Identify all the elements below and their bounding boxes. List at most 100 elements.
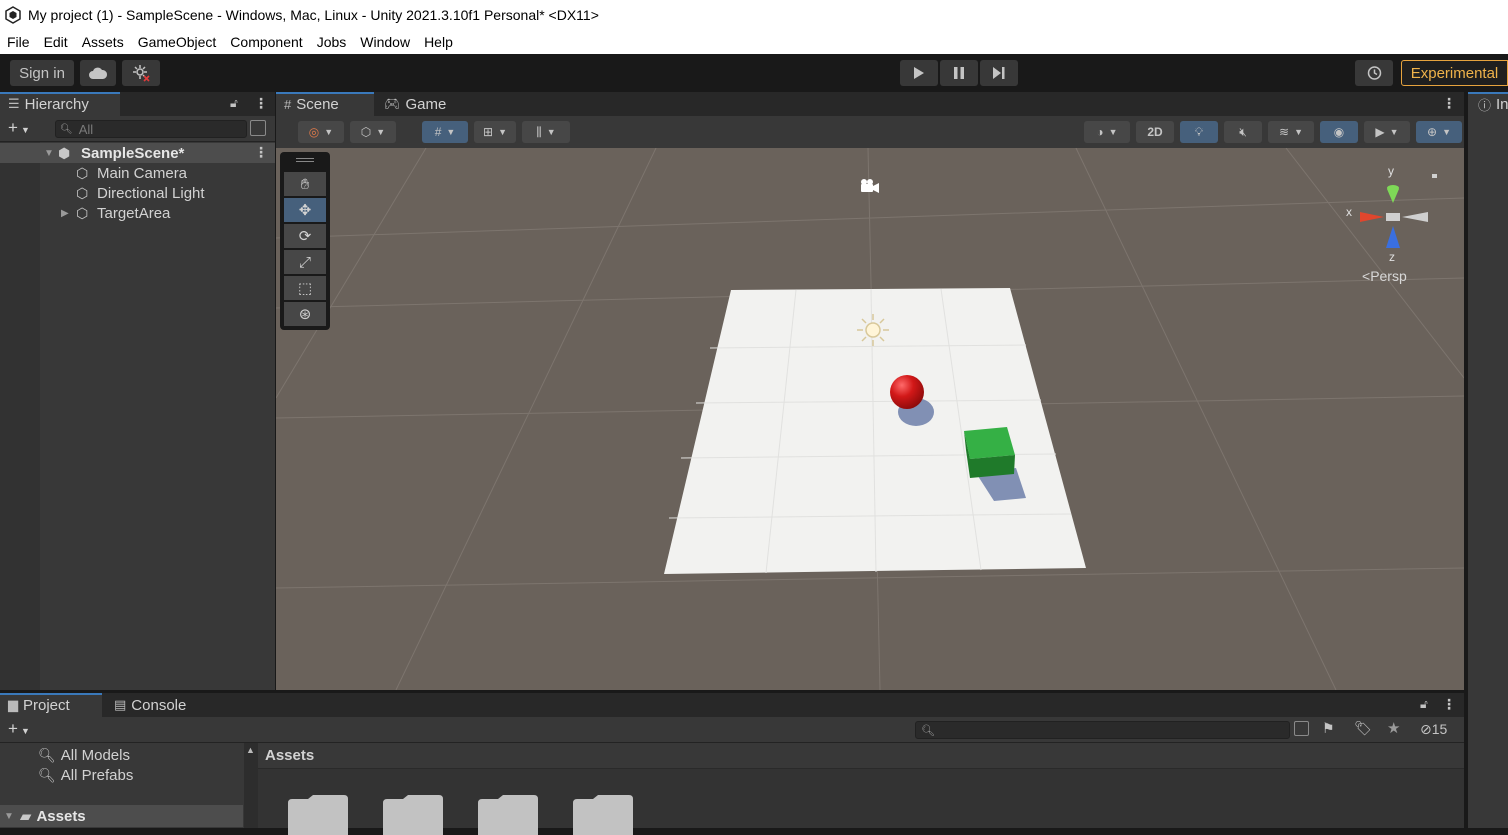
- hierarchy-search-input[interactable]: 🔍︎ All: [55, 120, 247, 138]
- hierarchy-item-main-camera[interactable]: ⬡ Main Camera: [0, 163, 275, 183]
- scene-toolbar: ◎ ▼ ⬡ ▼ # ▼ ⊞ ▼ ⫼ ▼ ◑ ▼ 2D 💡︎ 🔇︎ ≋ ▼ ◉ ▶ ▼ ⊕ ▼: [276, 116, 1464, 148]
- search-scope-icon[interactable]: [250, 120, 266, 136]
- hidden-packages-toggle[interactable]: ⊘15: [1420, 721, 1447, 738]
- orientation-gizmo[interactable]: [1360, 174, 1437, 248]
- folder-icon[interactable]: [573, 795, 633, 835]
- audio-button[interactable]: 🔇︎: [1224, 121, 1262, 143]
- pause-button[interactable]: [940, 60, 978, 86]
- red-sphere[interactable]: [890, 375, 924, 409]
- drag-handle-icon[interactable]: [296, 161, 314, 162]
- increment-snap-button[interactable]: ⊞ ▼: [474, 121, 516, 143]
- label-tag-icon[interactable]: 🏷︎: [1354, 720, 1372, 737]
- expand-arrow-icon[interactable]: ▼: [44, 148, 54, 159]
- history-button[interactable]: [1355, 60, 1393, 86]
- project-search-input[interactable]: 🔍︎: [915, 721, 1290, 739]
- folder-icon[interactable]: [288, 795, 348, 835]
- play-icon: [914, 67, 924, 79]
- tab-hierarchy-label: Hierarchy: [24, 95, 89, 113]
- filter-type-icon[interactable]: ⚑: [1322, 720, 1335, 737]
- menu-jobs[interactable]: Jobs: [317, 34, 347, 50]
- tab-scene[interactable]: # Scene: [276, 92, 374, 116]
- folder-label: Assets: [36, 807, 86, 825]
- chevron-down-icon: ▼: [446, 127, 456, 137]
- menu-component[interactable]: Component: [230, 34, 302, 50]
- rotate-tool-button[interactable]: ⟳: [284, 224, 326, 248]
- move-tool-button[interactable]: ✥: [284, 198, 326, 222]
- scene-kebab-icon[interactable]: ⋮: [254, 144, 268, 161]
- menu-help[interactable]: Help: [424, 34, 453, 50]
- lighting-button[interactable]: 💡︎: [1180, 121, 1218, 143]
- projection-label: Persp: [1370, 268, 1407, 284]
- search-icon: 🔍︎: [921, 724, 935, 737]
- scene-tabstrip: # Scene 🎮︎ Game ⋮: [276, 92, 1464, 116]
- folder-icon[interactable]: [383, 795, 443, 835]
- search-scope-icon[interactable]: [1294, 721, 1309, 736]
- chevron-down-icon: ▼: [1389, 127, 1399, 137]
- sign-in-button[interactable]: Sign in: [10, 60, 74, 86]
- toggle-2d-button[interactable]: 2D: [1136, 121, 1174, 143]
- chevron-down-icon: ▼: [546, 127, 556, 137]
- experimental-button[interactable]: Experimental: [1401, 60, 1508, 86]
- tab-inspector[interactable]: ⓘ In: [1468, 92, 1508, 116]
- play-button[interactable]: [900, 60, 938, 86]
- menu-edit[interactable]: Edit: [44, 34, 68, 50]
- hierarchy-item-directional-light[interactable]: ⬡ Directional Light: [0, 183, 275, 203]
- lock-icon[interactable]: 🔓︎: [1420, 697, 1428, 712]
- step-button[interactable]: [980, 60, 1018, 86]
- grid-snap-button[interactable]: # ▼: [422, 121, 468, 143]
- camera-button[interactable]: ▶ ▼: [1364, 121, 1410, 143]
- scroll-up-icon[interactable]: ▲: [246, 745, 255, 755]
- menu-assets[interactable]: Assets: [82, 34, 124, 50]
- effects-button[interactable]: ≋ ▼: [1268, 121, 1314, 143]
- kebab-menu-icon[interactable]: ⋮: [1442, 696, 1456, 713]
- create-asset-button[interactable]: + ▼: [8, 719, 30, 739]
- scale-tool-button[interactable]: ⤢: [284, 250, 326, 274]
- tab-project[interactable]: ▆ Project: [0, 693, 102, 717]
- camera-gizmo[interactable]: [861, 179, 879, 193]
- drag-handle-icon[interactable]: [296, 158, 314, 159]
- rect-tool-button[interactable]: ⬚: [284, 276, 326, 300]
- favorite-star-icon[interactable]: ★: [1387, 719, 1400, 737]
- render-mode-button[interactable]: ⬡ ▼: [350, 121, 396, 143]
- folder-assets[interactable]: ▼ ▰ Assets: [0, 805, 243, 827]
- tab-hierarchy[interactable]: ☰ Hierarchy: [0, 92, 120, 116]
- hierarchy-item-targetarea[interactable]: ▶ ⬡ TargetArea: [0, 203, 275, 223]
- gizmos-button[interactable]: ⊕ ▼: [1416, 121, 1462, 143]
- scene-viewport[interactable]: y x z <Persp ✋︎ ✥ ⟳ ⤢ ⬚ ⊛: [276, 148, 1464, 690]
- hand-icon: ✋︎: [300, 175, 310, 193]
- hidden-eye-icon: ⊘: [1420, 721, 1432, 737]
- projection-toggle[interactable]: <Persp: [1362, 268, 1407, 284]
- menu-gameobject[interactable]: GameObject: [138, 34, 217, 50]
- add-object-button[interactable]: + ▼: [8, 118, 30, 138]
- menu-file[interactable]: File: [7, 34, 30, 50]
- project-folder-tree: 🔍︎ All Models 🔍︎ All Prefabs ▼ ▰ Assets: [0, 743, 243, 828]
- cloud-button[interactable]: [80, 60, 116, 86]
- expand-arrow-icon[interactable]: ▶: [61, 208, 69, 219]
- kebab-menu-icon[interactable]: ⋮: [254, 95, 268, 112]
- tab-game[interactable]: 🎮︎ Game: [376, 92, 466, 116]
- visibility-button[interactable]: ◉: [1320, 121, 1358, 143]
- collab-button[interactable]: [122, 60, 160, 86]
- lock-icon[interactable]: 🔓︎: [230, 96, 238, 111]
- folder-icon[interactable]: [478, 795, 538, 835]
- hierarchy-item-samplescene[interactable]: ▼ ⬢ SampleScene* ⋮: [0, 143, 275, 163]
- favorite-all-models[interactable]: 🔍︎ All Models: [38, 747, 130, 764]
- hierarchy-item-label: Directional Light: [97, 184, 205, 202]
- favorite-all-prefabs[interactable]: 🔍︎ All Prefabs: [38, 767, 133, 784]
- mute-icon: 🔇︎: [1239, 124, 1247, 139]
- draw-mode-button[interactable]: ◎ ▼: [298, 121, 344, 143]
- ruler-button[interactable]: ⫼ ▼: [522, 121, 570, 143]
- cloud-icon: [89, 67, 108, 79]
- kebab-menu-icon[interactable]: ⋮: [1442, 95, 1456, 112]
- shading-button[interactable]: ◑ ▼: [1084, 121, 1130, 143]
- gizmo-globe-icon: ⊕: [1427, 125, 1438, 139]
- hand-tool-button[interactable]: ✋︎: [284, 172, 326, 196]
- menu-window[interactable]: Window: [360, 34, 410, 50]
- green-cube[interactable]: [964, 427, 1015, 478]
- tab-console[interactable]: ▤ Console: [106, 693, 206, 717]
- transform-tool-button[interactable]: ⊛: [284, 302, 326, 326]
- expand-arrow-icon[interactable]: ▼: [4, 811, 14, 822]
- project-tree-scrollbar[interactable]: ▲: [244, 743, 258, 828]
- hidden-count: 15: [1431, 721, 1448, 737]
- breadcrumb[interactable]: Assets: [258, 743, 1464, 769]
